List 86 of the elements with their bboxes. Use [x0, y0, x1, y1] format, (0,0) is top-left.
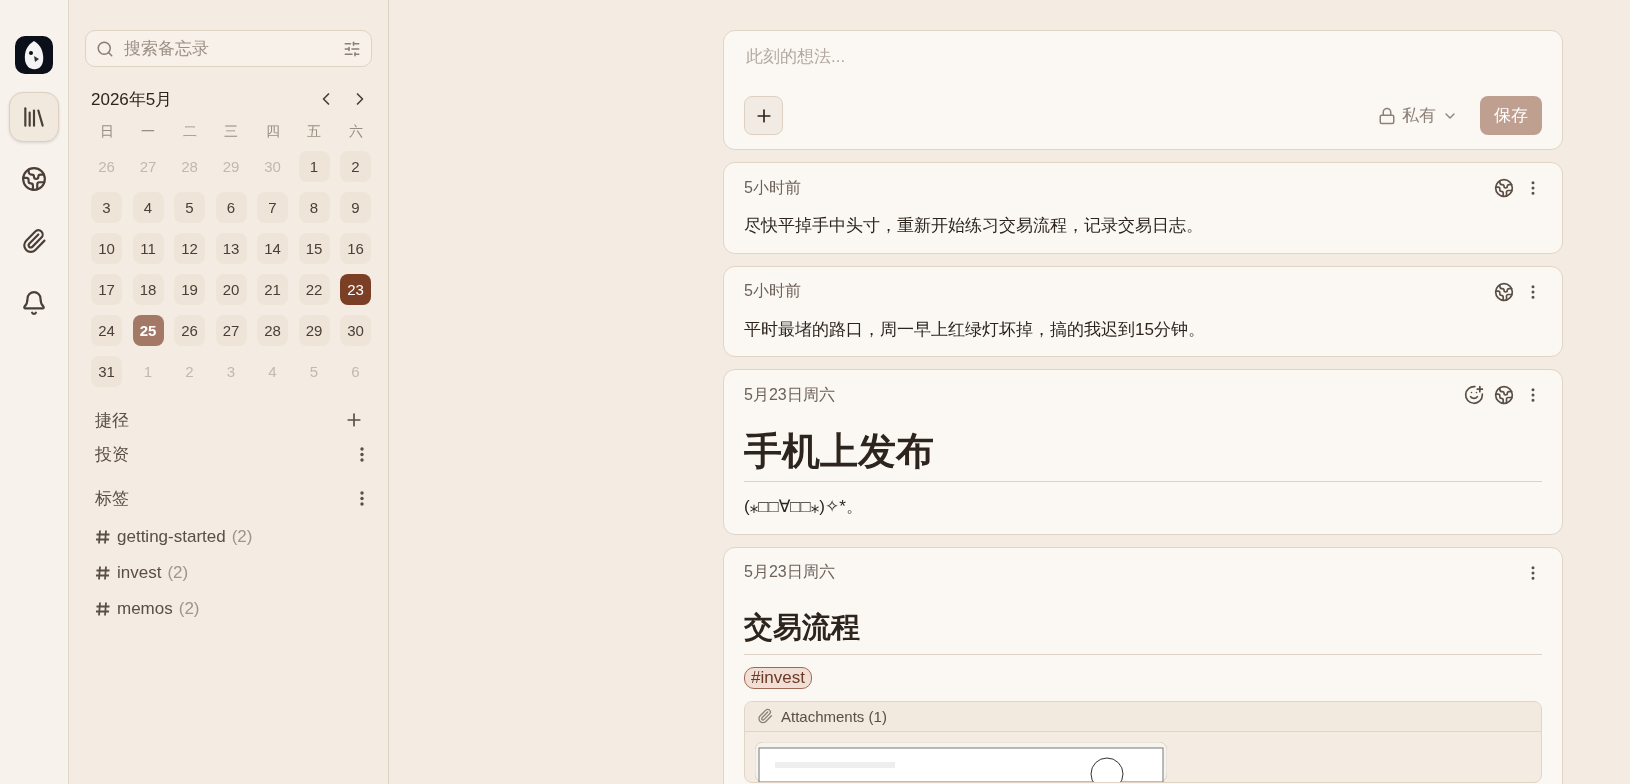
globe-icon[interactable]	[1494, 281, 1514, 302]
calendar-day[interactable]: 26	[174, 315, 205, 346]
lock-icon	[1378, 106, 1396, 125]
search-input[interactable]: 搜索备忘录	[122, 37, 335, 60]
calendar-day[interactable]: 18	[132, 274, 164, 305]
calendar-day[interactable]: 23	[340, 274, 371, 305]
memo-text: (⁎□□∀□□⁎)✧*。	[744, 496, 864, 518]
weekday-label: 日	[98, 123, 115, 141]
calendar-day[interactable]: 20	[215, 274, 247, 305]
calendar-day[interactable]: 19	[174, 274, 205, 305]
calendar-day[interactable]: 4	[132, 192, 164, 223]
more-icon	[360, 446, 364, 462]
calendar-day[interactable]: 11	[132, 233, 164, 264]
weekday-label: 二	[181, 123, 198, 141]
calendar-day[interactable]: 31	[91, 356, 122, 387]
memo-input[interactable]: 此刻的想法...	[744, 43, 1542, 88]
calendar-title: 2026年5月	[91, 88, 173, 111]
calendar-day[interactable]: 8	[298, 192, 330, 223]
calendar-day[interactable]: 10	[91, 233, 122, 264]
hash-icon	[95, 601, 111, 617]
calendar-day[interactable]: 14	[257, 233, 288, 264]
calendar-day[interactable]: 12	[174, 233, 205, 264]
globe-icon[interactable]	[1494, 385, 1514, 405]
nav-button[interactable]	[9, 92, 59, 142]
memo-heading: 手机上发布	[744, 426, 1542, 482]
hash-icon	[95, 565, 111, 581]
section-title: 标签	[95, 487, 129, 510]
more-button[interactable]	[360, 446, 364, 462]
tag-count: (2)	[178, 599, 200, 619]
tag-count: (2)	[167, 563, 189, 583]
paperclip-icon	[21, 228, 47, 254]
calendar-day[interactable]: 28	[257, 315, 288, 346]
memo-time: 5月23日周六	[744, 384, 835, 405]
library-icon	[21, 104, 47, 130]
memo-time: 5小时前	[744, 281, 801, 301]
weekday-label: 三	[223, 123, 239, 141]
calendar-day[interactable]: 30	[340, 315, 371, 346]
calendar-day[interactable]: 2	[340, 151, 371, 182]
tag-name[interactable]: getting-started	[117, 527, 226, 547]
calendar-day[interactable]: 5	[174, 192, 205, 223]
tag-chip[interactable]: #invest	[744, 666, 812, 689]
globe-icon[interactable]	[1494, 178, 1514, 198]
hash-icon	[95, 529, 111, 545]
calendar-day[interactable]: 25	[132, 315, 164, 346]
search-icon	[96, 39, 114, 58]
search-field[interactable]: 搜索备忘录	[85, 30, 372, 67]
memo-editor[interactable]: 此刻的想法... 私有 保存	[723, 30, 1563, 150]
calendar-day[interactable]: 29	[298, 315, 330, 346]
calendar-day[interactable]: 21	[257, 274, 288, 305]
calendar-day[interactable]: 22	[298, 274, 330, 305]
memo-time: 5月23日周六	[744, 562, 835, 582]
globe-icon	[21, 166, 47, 192]
memo-time: 5小时前	[744, 177, 801, 198]
weekday-label: 一	[140, 123, 156, 141]
section-title: 捷径	[95, 409, 129, 432]
more-icon	[360, 490, 364, 506]
calendar-day[interactable]: 16	[340, 233, 371, 264]
calendar-day[interactable]: 1	[298, 151, 330, 182]
tag-name[interactable]: memos	[117, 599, 173, 619]
tag-name[interactable]: invest	[117, 563, 162, 583]
calendar-day[interactable]: 6	[215, 192, 247, 223]
app-logo[interactable]	[15, 36, 53, 74]
memo-text: 平时最堵的路口，周一早上红绿灯坏掉，搞的我迟到15分钟。	[744, 318, 1206, 341]
shortcut-item[interactable]: 投资	[95, 442, 129, 466]
weekday-label: 六	[347, 123, 364, 141]
attachments-label: Attachments (1)	[781, 707, 887, 725]
calendar-day[interactable]: 27	[215, 315, 247, 346]
weekday-label: 五	[306, 123, 322, 141]
memo-text: 尽快平掉手中头寸，重新开始练习交易流程，记录交易日志。	[744, 215, 1204, 237]
calendar-day[interactable]: 9	[340, 192, 371, 223]
paperclip-icon	[757, 708, 773, 724]
add-reaction-icon[interactable]	[1464, 385, 1484, 405]
add-button[interactable]	[744, 96, 783, 135]
more-button[interactable]	[360, 490, 364, 506]
calendar-day[interactable]: 7	[257, 192, 288, 223]
visibility-dropdown[interactable]: 私有	[1378, 104, 1458, 127]
calendar-day[interactable]: 3	[91, 192, 122, 223]
bell-icon	[21, 290, 47, 316]
calendar-day[interactable]: 13	[215, 233, 247, 264]
calendar-day[interactable]: 15	[298, 233, 330, 264]
memo-heading: 交易流程	[744, 607, 1542, 655]
weekday-label: 四	[264, 123, 281, 141]
calendar-day[interactable]: 17	[91, 274, 122, 305]
tag-count: (2)	[231, 527, 253, 547]
calendar-day[interactable]: 24	[91, 315, 122, 346]
filter-icon[interactable]	[343, 39, 361, 58]
